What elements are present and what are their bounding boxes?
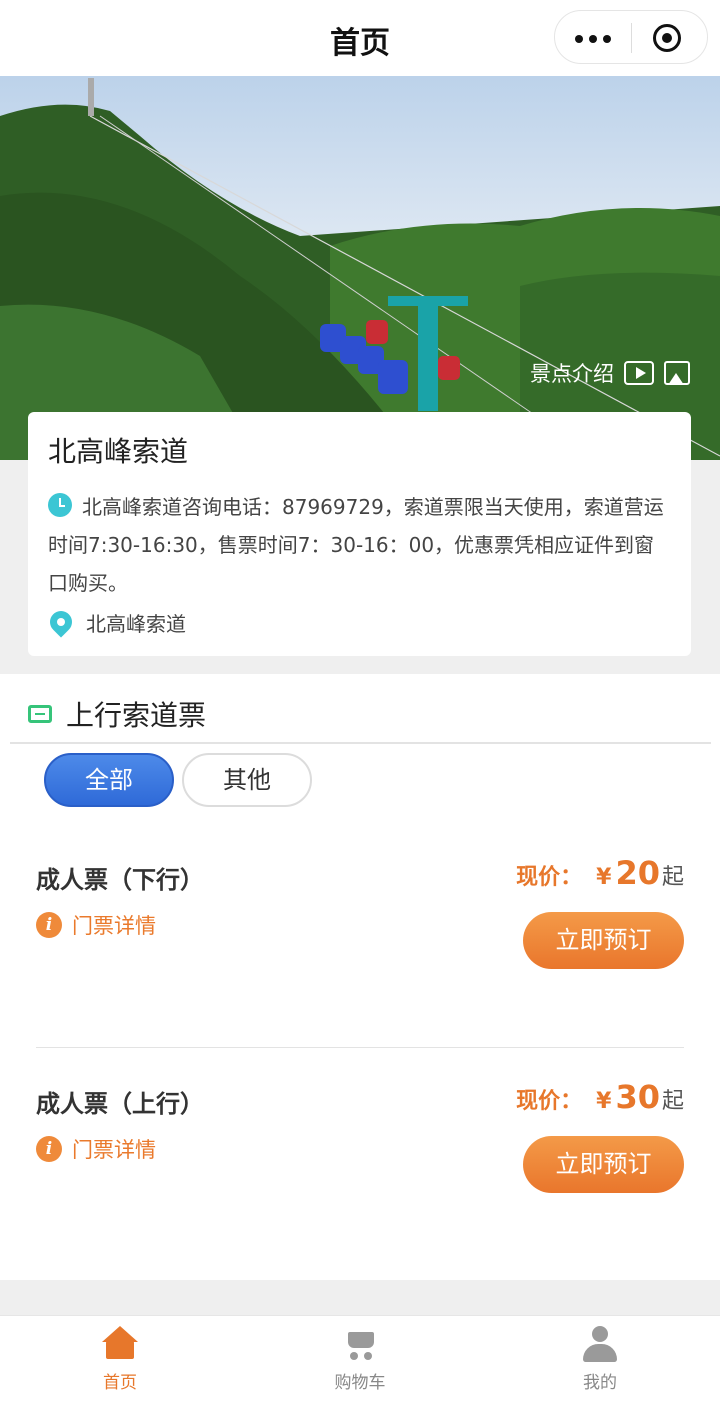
ticket-section: 上行索道票 全部 其他 成人票（下行） i 门票详情 现价： ¥ 20 起 立即… bbox=[0, 674, 720, 1280]
tab-home[interactable]: 首页 bbox=[60, 1324, 180, 1393]
home-icon bbox=[100, 1324, 140, 1364]
price-label: 现价： bbox=[516, 865, 583, 890]
ticket-name: 成人票（上行） bbox=[36, 1090, 204, 1118]
attraction-location[interactable]: 北高峰索道 bbox=[45, 606, 671, 642]
mountain-cable-car-image bbox=[0, 78, 720, 460]
ticket-detail-link[interactable]: i 门票详情 bbox=[36, 1134, 156, 1164]
cart-icon bbox=[340, 1324, 380, 1364]
attraction-description: 北高峰索道咨询电话：87969729，索道票限当天使用，索道营运时间7:30-1… bbox=[48, 488, 671, 602]
location-text: 北高峰索道 bbox=[86, 612, 186, 636]
clock-icon bbox=[48, 493, 72, 517]
tab-mine[interactable]: 我的 bbox=[540, 1324, 660, 1393]
location-pin-icon bbox=[45, 606, 77, 638]
description-text: 北高峰索道咨询电话：87969729，索道票限当天使用，索道营运时间7:30-1… bbox=[48, 495, 664, 595]
tab-mine-label: 我的 bbox=[583, 1373, 617, 1393]
video-icon[interactable] bbox=[624, 361, 654, 385]
ticket-item: 成人票（上行） i 门票详情 现价： ¥ 30 起 立即预订 bbox=[36, 1078, 684, 1244]
ticket-icon bbox=[28, 705, 52, 723]
price-value: 30 bbox=[615, 1078, 660, 1116]
info-icon: i bbox=[36, 912, 62, 938]
section-title: 上行索道票 bbox=[66, 699, 207, 732]
close-target-icon[interactable] bbox=[653, 24, 681, 52]
gallery-icon[interactable] bbox=[664, 361, 690, 385]
ticket-name: 成人票（下行） bbox=[36, 866, 204, 894]
book-now-button[interactable]: 立即预订 bbox=[523, 1136, 684, 1193]
attraction-title: 北高峰索道 bbox=[48, 435, 189, 468]
hero-banner[interactable]: 景点介绍 bbox=[0, 76, 720, 460]
section-divider bbox=[10, 742, 711, 744]
price-suffix: 起 bbox=[661, 1089, 684, 1114]
book-now-button[interactable]: 立即预订 bbox=[523, 912, 684, 969]
ticket-price: 现价： ¥ 20 起 bbox=[516, 854, 684, 892]
ticket-detail-label: 门票详情 bbox=[72, 914, 156, 938]
price-suffix: 起 bbox=[661, 865, 684, 890]
tab-cart[interactable]: 购物车 bbox=[300, 1324, 420, 1393]
capsule-divider bbox=[631, 23, 632, 53]
price-value: 20 bbox=[615, 854, 660, 892]
attraction-info-card: 北高峰索道 北高峰索道咨询电话：87969729，索道票限当天使用，索道营运时间… bbox=[28, 412, 691, 656]
ticket-item: 成人票（下行） i 门票详情 现价： ¥ 20 起 立即预订 bbox=[36, 854, 684, 1020]
scenic-intro-label: 景点介绍 bbox=[530, 362, 614, 386]
info-icon: i bbox=[36, 1136, 62, 1162]
more-icon[interactable] bbox=[575, 35, 615, 43]
price-currency: ¥ bbox=[596, 1089, 612, 1114]
tab-cart-label: 购物车 bbox=[334, 1373, 386, 1393]
scenic-intro-link[interactable]: 景点介绍 bbox=[530, 358, 690, 388]
top-nav-bar: 首页 bbox=[0, 0, 720, 76]
tab-home-label: 首页 bbox=[103, 1373, 137, 1393]
section-header: 上行索道票 bbox=[28, 694, 206, 734]
ticket-price: 现价： ¥ 30 起 bbox=[516, 1078, 684, 1116]
bottom-tab-bar: 首页 购物车 我的 bbox=[0, 1315, 720, 1401]
ticket-detail-label: 门票详情 bbox=[72, 1138, 156, 1162]
user-icon bbox=[580, 1324, 620, 1364]
price-label: 现价： bbox=[516, 1089, 583, 1114]
ticket-detail-link[interactable]: i 门票详情 bbox=[36, 910, 156, 940]
filter-all-button[interactable]: 全部 bbox=[44, 753, 174, 807]
price-currency: ¥ bbox=[596, 865, 612, 890]
filter-other-button[interactable]: 其他 bbox=[182, 753, 312, 807]
mini-program-capsule bbox=[554, 10, 708, 64]
ticket-divider bbox=[36, 1047, 684, 1048]
